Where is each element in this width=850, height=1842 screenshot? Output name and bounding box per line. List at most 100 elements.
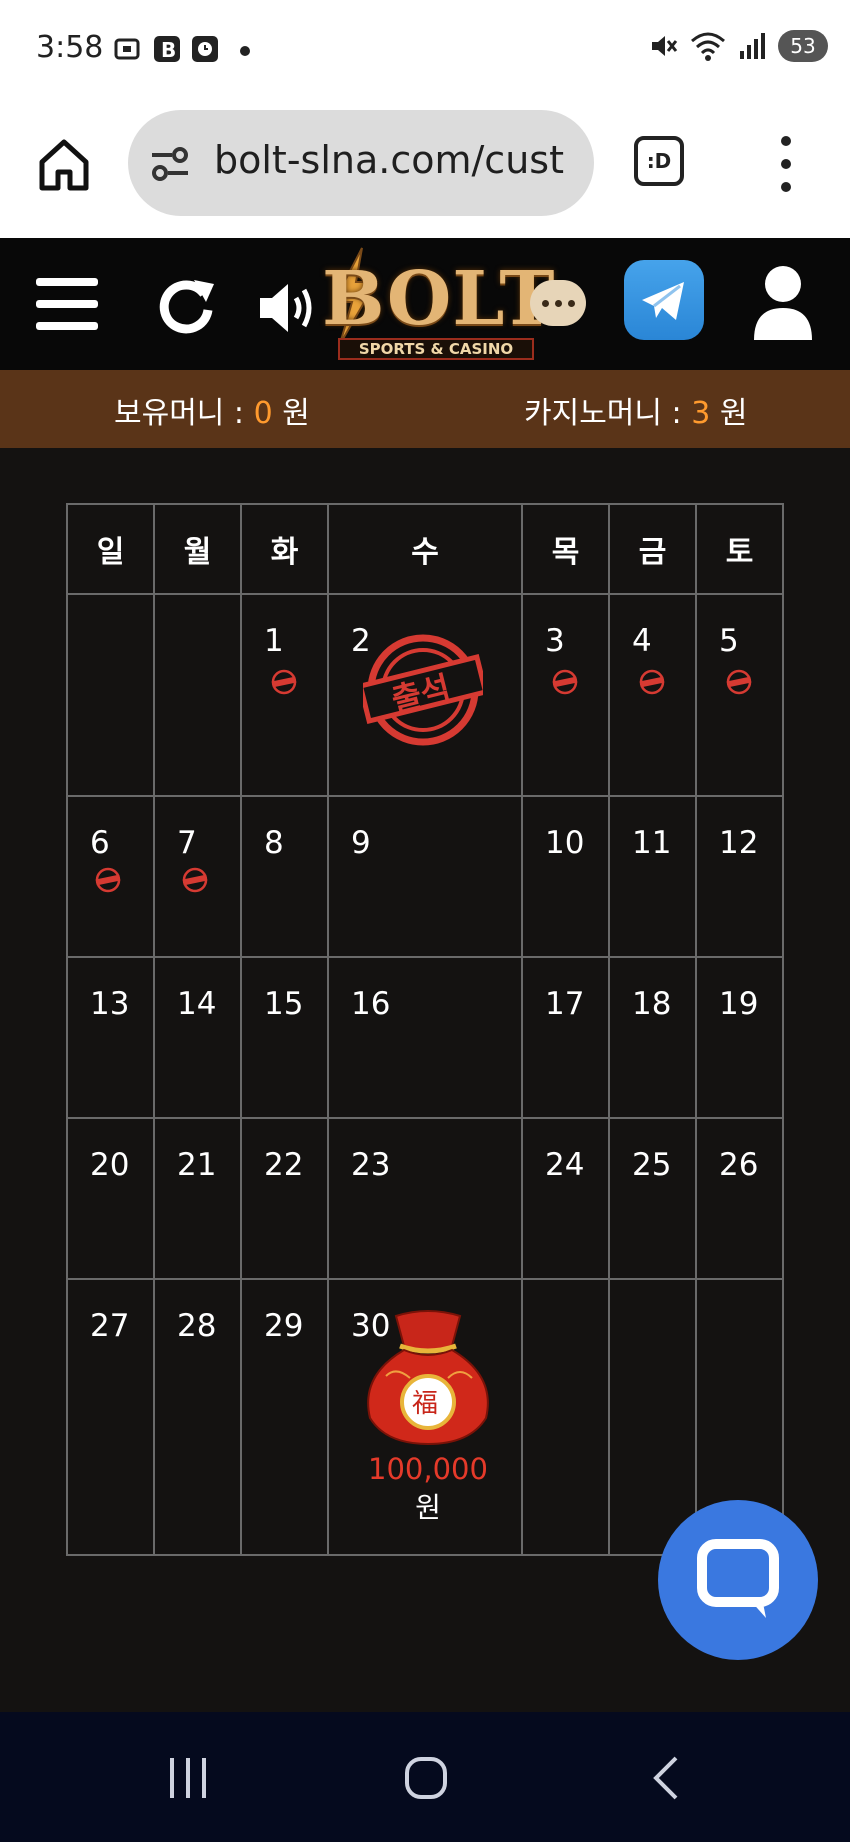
calendar-day[interactable]: 24 — [521, 1117, 610, 1280]
logo-text: BOLT — [322, 256, 556, 342]
day-number: 27 — [90, 1308, 130, 1344]
weekday-header-row: 일 월 화 수 목 금 토 — [66, 503, 784, 595]
calendar-day[interactable]: 16 — [327, 956, 523, 1119]
hold-money: 보유머니 : 0 원 — [114, 388, 310, 432]
calendar-week: 6 7 8 9 10 11 12 — [66, 795, 784, 958]
day-number: 23 — [351, 1147, 391, 1183]
calendar-day-today[interactable]: 2 출석 — [327, 593, 523, 797]
address-bar[interactable]: bolt-slna.com/cust — [128, 110, 594, 216]
day-number: 20 — [90, 1147, 130, 1183]
live-chat-button[interactable] — [658, 1500, 818, 1660]
casino-money-unit: 원 — [710, 396, 748, 431]
day-number: 11 — [632, 825, 672, 861]
bolt-logo[interactable]: BOLT SPORTS & CASINO — [322, 246, 556, 362]
battery-indicator: 53 — [778, 30, 828, 62]
speaker-icon[interactable] — [258, 280, 320, 336]
money-bar: 보유머니 : 0 원 카지노머니 : 3 원 — [0, 370, 850, 448]
calendar-day[interactable]: 28 — [153, 1278, 242, 1556]
calendar-day[interactable]: 23 — [327, 1117, 523, 1280]
day-number: 21 — [177, 1147, 217, 1183]
screenshot-icon — [114, 38, 140, 60]
calendar-day[interactable]: 12 — [695, 795, 784, 958]
attendance-stamp-icon — [552, 669, 578, 695]
calendar-day[interactable]: 4 — [608, 593, 697, 797]
calendar-week: 20 21 22 23 24 25 26 — [66, 1117, 784, 1280]
calendar-day[interactable]: 21 — [153, 1117, 242, 1280]
browser-menu-icon[interactable] — [776, 136, 796, 192]
chat-bubble-icon[interactable] — [530, 280, 586, 326]
attendance-stamp-icon — [639, 669, 665, 695]
calendar-day[interactable]: 7 — [153, 795, 242, 958]
site-header: BOLT SPORTS & CASINO — [0, 238, 850, 370]
svg-text:B: B — [161, 38, 176, 62]
day-number: 24 — [545, 1147, 585, 1183]
reward-unit: 원 — [415, 1491, 441, 1524]
notification-dot — [240, 46, 250, 56]
casino-money: 카지노머니 : 3 원 — [524, 388, 747, 432]
calendar-day-empty — [66, 593, 155, 797]
day-number: 28 — [177, 1308, 217, 1344]
calendar-day[interactable]: 25 — [608, 1117, 697, 1280]
attendance-stamp-icon — [271, 669, 297, 695]
day-number: 6 — [90, 825, 110, 861]
calendar-day[interactable]: 22 — [240, 1117, 329, 1280]
telegram-icon[interactable] — [624, 260, 704, 340]
calendar-day-empty — [521, 1278, 610, 1556]
calendar-day[interactable]: 20 — [66, 1117, 155, 1280]
calendar-day[interactable]: 17 — [521, 956, 610, 1119]
weekday-sun: 일 — [66, 503, 155, 595]
calendar-day[interactable]: 10 — [521, 795, 610, 958]
calendar-day[interactable]: 14 — [153, 956, 242, 1119]
hamburger-menu-icon[interactable] — [36, 278, 98, 330]
hold-money-label: 보유머니 : — [114, 396, 254, 431]
status-bar: 3:58 B 53 — [0, 0, 850, 100]
home-nav-icon[interactable] — [404, 1756, 448, 1800]
status-time: 3:58 — [36, 30, 104, 65]
attendance-stamp-icon — [95, 867, 121, 893]
browser-toolbar: bolt-slna.com/cust :D — [0, 100, 850, 238]
calendar-day[interactable]: 13 — [66, 956, 155, 1119]
calendar-day[interactable]: 15 — [240, 956, 329, 1119]
calendar-day[interactable]: 11 — [608, 795, 697, 958]
calendar-week: 13 14 15 16 17 18 19 — [66, 956, 784, 1119]
wifi-icon — [691, 32, 725, 61]
back-nav-icon[interactable] — [650, 1756, 680, 1800]
day-number: 8 — [264, 825, 284, 861]
calendar-day[interactable]: 29 — [240, 1278, 329, 1556]
calendar-day[interactable]: 19 — [695, 956, 784, 1119]
url-text[interactable]: bolt-slna.com/cust — [214, 138, 580, 182]
calendar-day[interactable]: 1 — [240, 593, 329, 797]
recent-apps-icon[interactable] — [166, 1758, 210, 1798]
day-number: 13 — [90, 986, 130, 1022]
calendar-day[interactable]: 9 — [327, 795, 523, 958]
casino-money-value: 3 — [691, 396, 711, 431]
home-icon[interactable] — [36, 134, 92, 194]
day-number: 7 — [177, 825, 197, 861]
dex-mode-button[interactable]: :D — [634, 136, 684, 186]
reward-amount: 100,000 — [368, 1452, 488, 1486]
calendar-day[interactable]: 8 — [240, 795, 329, 958]
day-number: 18 — [632, 986, 672, 1022]
calendar-day[interactable]: 5 — [695, 593, 784, 797]
svg-text:福: 福 — [412, 1389, 438, 1419]
calendar-week: 1 2 출석 3 4 5 — [66, 593, 784, 797]
calendar-day-reward[interactable]: 30 福 100,000 원 — [327, 1278, 523, 1556]
calendar-day[interactable]: 18 — [608, 956, 697, 1119]
site-settings-icon[interactable] — [150, 146, 190, 182]
calendar-day[interactable]: 26 — [695, 1117, 784, 1280]
refresh-icon[interactable] — [156, 274, 218, 336]
weekday-thu: 목 — [521, 503, 610, 595]
calendar-day[interactable]: 27 — [66, 1278, 155, 1556]
system-nav-bar — [0, 1712, 850, 1842]
weekday-fri: 금 — [608, 503, 697, 595]
calendar-day-empty — [153, 593, 242, 797]
calendar-day[interactable]: 3 — [521, 593, 610, 797]
hold-money-unit: 원 — [272, 396, 310, 431]
reward-box: 福 100,000 원 — [353, 1306, 503, 1524]
day-number: 12 — [719, 825, 759, 861]
attendance-calendar: 일 월 화 수 목 금 토 1 2 출석 3 4 5 6 7 8 9 10 11… — [66, 503, 784, 1556]
calendar-day[interactable]: 6 — [66, 795, 155, 958]
user-icon[interactable] — [752, 262, 814, 342]
weekday-sat: 토 — [695, 503, 784, 595]
day-number: 5 — [719, 623, 739, 659]
